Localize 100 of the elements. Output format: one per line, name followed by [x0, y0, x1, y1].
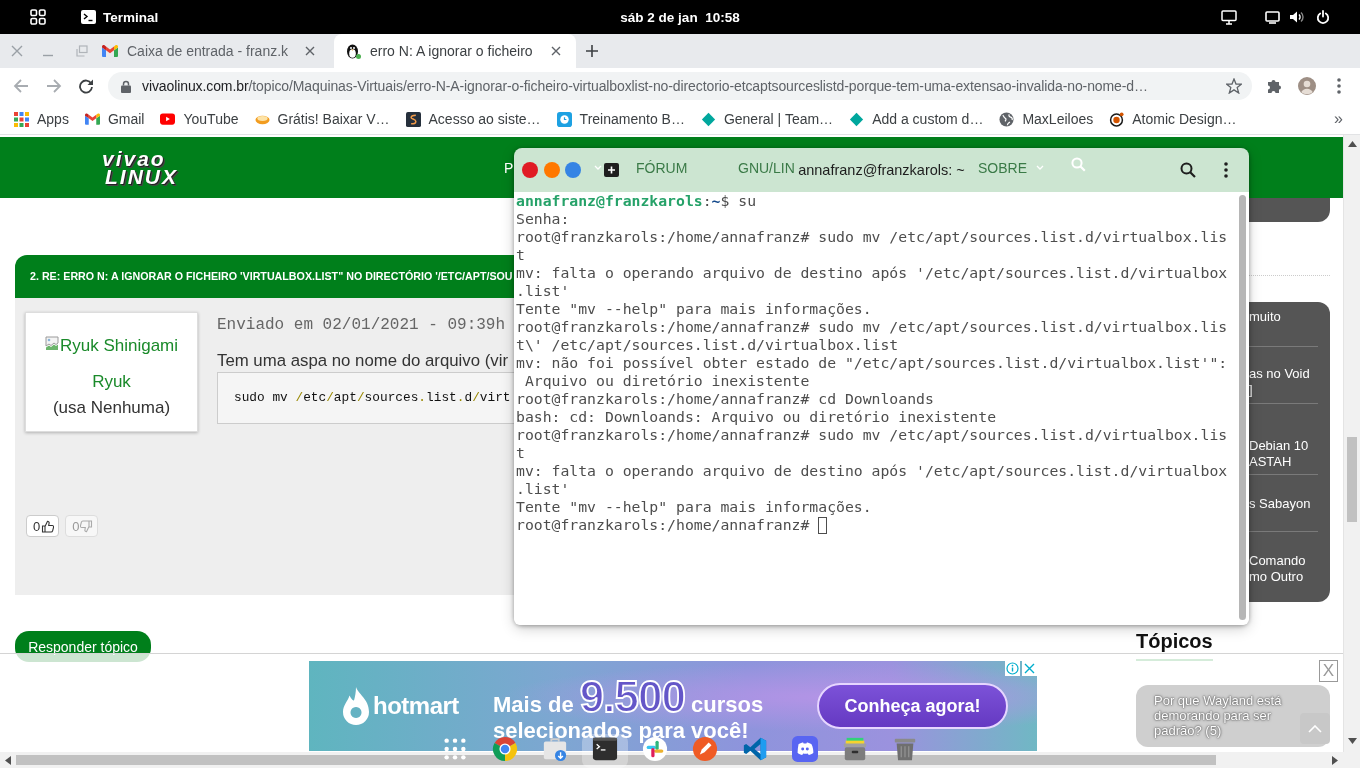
- minimize-icon[interactable]: [42, 53, 54, 57]
- terminal-line: annafranz@franzkarols:~$ su: [516, 192, 757, 210]
- scrollbar-thumb[interactable]: [16, 755, 1216, 765]
- speaker-icon[interactable]: [1289, 10, 1304, 24]
- nav-link[interactable]: SOBRE: [978, 159, 1027, 176]
- ad-headline: Mais de 9.500 cursos selecionados para você!: [493, 682, 765, 742]
- terminal-line: .list': [516, 282, 570, 300]
- terminal-line: bash: cd: Downloands: Arquivo ou diretório inexistente: [516, 408, 997, 426]
- thumbs-up-icon: [41, 519, 55, 533]
- apps-grid-icon: [14, 111, 29, 127]
- terminal-line: t\' /etc/apt/sources.list.d/virtualbox.list: [516, 336, 899, 354]
- terminal-icon: [81, 10, 96, 24]
- penguin-icon: [345, 43, 361, 59]
- sidebar-link[interactable]: Comando mo Outro: [1249, 553, 1306, 584]
- address-bar[interactable]: vivaolinux.com.br/topico/Maquinas-Virtuais/erro-N-A-ignorar-o-ficheiro-virtualboxlist-no-directorio-etcaptsourceslistd-porque-tem-uma-extensao-invalida-no-nome-d…: [108, 72, 1252, 100]
- browser-tab[interactable]: erro N: A ignorar o ficheiro: [334, 34, 576, 68]
- sidebar-link[interactable]: Debian 10 ASTAH: [1249, 438, 1309, 469]
- new-tab-icon[interactable]: [603, 163, 619, 177]
- avatar-icon[interactable]: [1298, 77, 1316, 95]
- mail-icon: [84, 113, 100, 125]
- grid-icon[interactable]: [30, 9, 46, 25]
- arrow-right-icon[interactable]: [1332, 755, 1338, 765]
- ribbon-icon: [742, 736, 768, 762]
- nav-link[interactable]: P: [504, 159, 514, 176]
- menu-icon[interactable]: [1337, 78, 1341, 94]
- bookmark[interactable]: Apps: [14, 111, 69, 127]
- post-text: Tem uma aspa no nome do arquivo (vir: [217, 352, 509, 370]
- author-name[interactable]: Ryuk: [92, 372, 131, 392]
- terminal-line: root@franzkarols:/home/annafranz# sudo mv /etc/apt/sources.list.d/virtualbox.lis: [516, 426, 1228, 444]
- info-icon[interactable]: [1005, 661, 1020, 676]
- terminal-line: Senha:: [516, 210, 570, 228]
- terminal-line: mv: não foi possível obter estado de "/etc/apt/sources.list.d/virtualbox.list'":: [516, 354, 1228, 372]
- sidebar-link[interactable]: muito: [1249, 309, 1281, 325]
- nav-link[interactable]: FÓRUM: [636, 159, 688, 176]
- monitor-icon[interactable]: [1221, 9, 1237, 25]
- sidebar-link[interactable]: as no Void ]: [1249, 366, 1310, 397]
- upvote-button[interactable]: 0: [26, 515, 60, 537]
- power-icon[interactable]: [1316, 10, 1330, 24]
- image-alt-text[interactable]: Ryuk Shinigami: [59, 336, 179, 356]
- search-icon[interactable]: [1180, 162, 1196, 178]
- maximize-window-button[interactable]: [565, 162, 581, 178]
- flame-icon: [340, 687, 372, 725]
- terminal-line: Arquivo ou diretório inexistente: [523, 372, 810, 390]
- cta-button[interactable]: Conheça agora!: [817, 683, 1008, 729]
- terminal-line: t: [516, 444, 525, 462]
- bookmark[interactable]: Grátis! Baixar V…: [254, 111, 390, 127]
- scrollbar-thumb[interactable]: [1239, 195, 1246, 620]
- scrollbar-thumb[interactable]: [1347, 437, 1357, 522]
- close-icon[interactable]: [305, 46, 315, 56]
- terminal-line: Tente "mv --help" para mais informações.: [516, 498, 872, 516]
- star-icon[interactable]: [1226, 78, 1242, 94]
- brand-name: hotmart: [373, 692, 459, 720]
- trash-icon: [892, 736, 918, 762]
- site-logo[interactable]: vivao LINUX: [100, 149, 188, 186]
- post-date: Enviado em 02/01/2021 - 09:39h: [217, 316, 506, 334]
- vertical-scrollbar[interactable]: [1343, 135, 1360, 752]
- plus-icon[interactable]: [585, 44, 599, 58]
- chevron-up-icon: [1308, 724, 1322, 733]
- bookmark[interactable]: YouTube: [160, 111, 239, 127]
- terminal-line: root@franzkarols:/home/annafranz# sudo mv /etc/apt/sources.list.d/virtualbox.lis: [516, 318, 1228, 336]
- bookmark[interactable]: MaxLeiloes: [999, 111, 1094, 127]
- lock-icon: [121, 79, 131, 93]
- horizontal-scrollbar[interactable]: [0, 752, 1360, 768]
- arrow-down-icon[interactable]: [1347, 738, 1357, 744]
- arrow-left-icon[interactable]: [5, 755, 11, 765]
- ring-icon: [1109, 111, 1125, 127]
- close-window-button[interactable]: [522, 162, 538, 178]
- window-title: annafranz@franzkarols: ~: [798, 162, 965, 178]
- bowl-icon: [254, 113, 270, 125]
- terminal-line: mv: falta o operando arquivo de destino após '/etc/apt/sources.list.d/virtualbox: [516, 462, 1228, 480]
- bookmark[interactable]: General | Team…: [700, 111, 834, 127]
- terminal-line: root@franzkarols:/home/annafranz# sudo mv /etc/apt/sources.list.d/virtualbox.lis: [516, 228, 1228, 246]
- close-icon[interactable]: [551, 46, 561, 56]
- app-name[interactable]: Terminal: [103, 9, 159, 25]
- ad-banner[interactable]: hotmart Mais de 9.500 cursos selecionados para você! Conheça agora!: [309, 661, 1037, 751]
- archive-icon: [842, 736, 868, 762]
- author-distro: (usa Nenhuma): [52, 398, 171, 418]
- play-icon: [160, 113, 176, 125]
- bookmark[interactable]: Atomic Design…: [1109, 111, 1237, 127]
- bookmark[interactable]: Treinamento B…: [556, 111, 685, 127]
- terminal-line: root@franzkarols:/home/annafranz#: [516, 516, 810, 534]
- broken-image-icon: [44, 336, 60, 351]
- bookmark[interactable]: Gmail: [84, 111, 145, 127]
- clock-icon: [556, 111, 572, 127]
- swirl-icon: [405, 111, 421, 127]
- clock[interactable]: sáb 2 de jan 10:58: [620, 9, 740, 25]
- nav-link[interactable]: GNU/LIN: [738, 159, 795, 176]
- reload-icon[interactable]: [78, 78, 94, 94]
- thumbs-down-icon: [80, 519, 94, 533]
- terminal-line: .list': [516, 480, 570, 498]
- screen-icon[interactable]: [1265, 10, 1280, 24]
- browser-tab[interactable]: Caixa de entrada - franz.k: [88, 34, 330, 68]
- sidebar-link[interactable]: s Sabayon: [1249, 496, 1311, 512]
- bookmark[interactable]: Add a custom d…: [849, 111, 984, 127]
- bookmark[interactable]: Acesso ao siste…: [405, 111, 541, 127]
- arrow-up-icon[interactable]: [1347, 141, 1357, 147]
- globe-icon: [999, 111, 1015, 127]
- menu-icon[interactable]: [1224, 162, 1228, 178]
- more-bookmarks-button[interactable]: »: [1334, 110, 1343, 128]
- puzzle-icon[interactable]: [1266, 78, 1282, 94]
